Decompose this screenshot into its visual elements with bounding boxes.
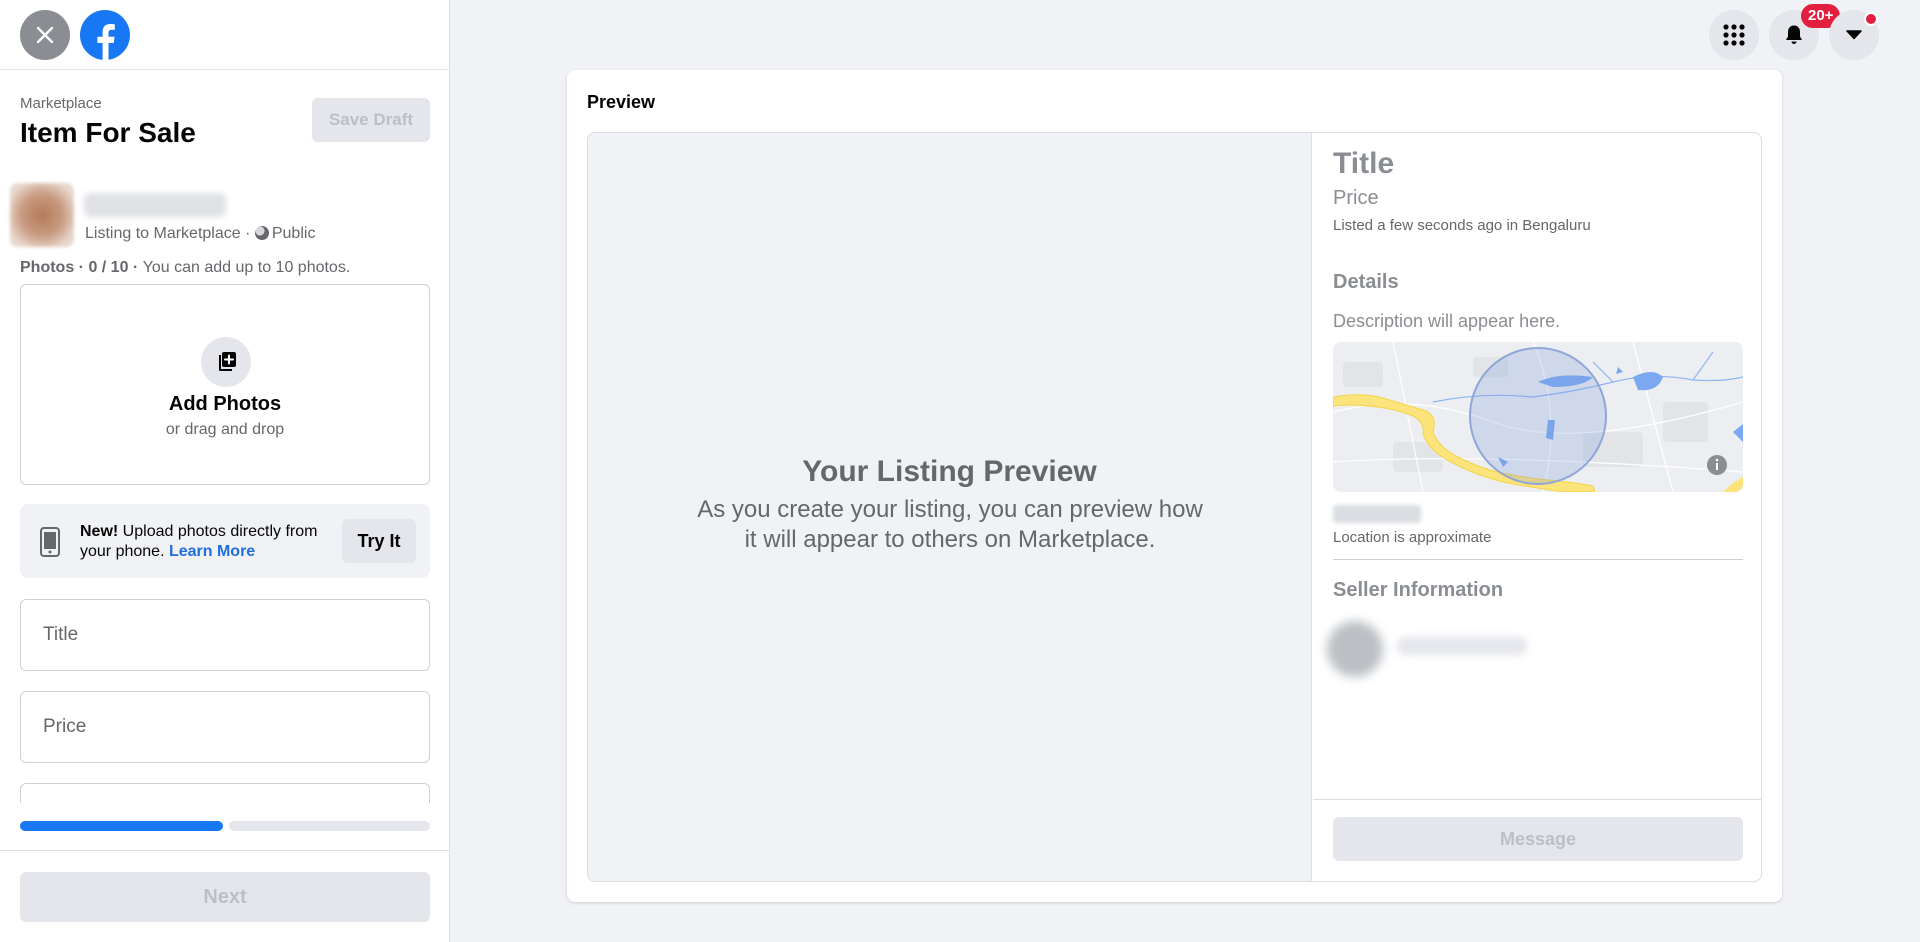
promo-text: New! Upload photos directly from your ph… [80, 522, 340, 562]
drag-drop-label: or drag and drop [165, 421, 285, 438]
try-it-button[interactable]: Try It [342, 519, 416, 563]
location-note: Location is approximate [1333, 529, 1492, 546]
facebook-logo[interactable] [80, 10, 130, 60]
next-button[interactable]: Next [20, 872, 430, 922]
save-draft-button[interactable]: Save Draft [312, 98, 430, 142]
globe-icon [254, 226, 269, 240]
progress-step-complete [20, 821, 223, 831]
learn-more-link[interactable]: Learn More [169, 543, 255, 560]
phone-icon [40, 527, 60, 557]
progress-step-pending [229, 821, 430, 831]
close-icon [36, 26, 54, 44]
breadcrumb[interactable]: Marketplace [20, 95, 102, 112]
seller-info-heading: Seller Information [1333, 579, 1504, 601]
price-field[interactable] [20, 691, 430, 763]
preview-title: Title [1333, 147, 1395, 180]
divider [1333, 559, 1743, 560]
message-button[interactable]: Message [1333, 817, 1743, 861]
phone-upload-promo: New! Upload photos directly from your ph… [20, 504, 430, 578]
listing-to-label: Listing to Marketplace · [85, 225, 255, 242]
seller-name-blurred [1397, 637, 1527, 655]
preview-description: Description will appear here. [1333, 311, 1561, 331]
add-photos-dropzone[interactable]: Add Photos or drag and drop [20, 284, 430, 485]
location-name-blurred [1333, 505, 1421, 523]
bell-icon [1786, 25, 1802, 44]
account-alert-dot [1864, 12, 1878, 26]
caret-down-icon [1846, 30, 1862, 40]
photos-count: · 0 / 10 · [74, 259, 143, 276]
add-photo-icon [201, 337, 251, 387]
avatar [10, 183, 74, 247]
close-button[interactable] [20, 10, 70, 60]
seller-row: Listing to Marketplace · Public [10, 183, 430, 249]
seller-name-blurred [84, 193, 226, 217]
audience-label: Public [271, 225, 316, 242]
listing-editor-panel: Marketplace Item For Sale Save Draft Lis… [0, 0, 450, 942]
listing-audience[interactable]: Listing to Marketplace · Public [85, 225, 315, 243]
details-heading: Details [1333, 271, 1399, 293]
photos-hint: You can add up to 10 photos. [142, 259, 351, 276]
seller-avatar-blurred [1327, 621, 1383, 677]
progress-bar [20, 821, 430, 831]
editor-topbar [0, 0, 449, 70]
promo-new: New! [80, 523, 119, 540]
preview-heading: Preview [587, 92, 656, 112]
title-input[interactable] [21, 600, 429, 670]
map-info-icon[interactable] [1707, 455, 1727, 475]
preview-price: Price [1333, 187, 1379, 209]
preview-container: Your Listing Preview As you create your … [587, 132, 1762, 882]
preview-listed-info: Listed a few seconds ago in Bengaluru [1333, 217, 1591, 234]
price-input[interactable] [21, 692, 429, 762]
divider [0, 850, 450, 851]
divider [1313, 799, 1761, 800]
next-field-partial[interactable] [20, 783, 430, 803]
grid-menu-icon [1723, 24, 1745, 46]
preview-details: Title Price Listed a few seconds ago in … [1313, 133, 1761, 881]
location-map[interactable] [1333, 342, 1743, 492]
menu-button[interactable] [1709, 10, 1759, 60]
title-field[interactable] [20, 599, 430, 671]
page-title: Item For Sale [20, 117, 196, 148]
preview-card: Preview Your Listing Preview As you crea… [567, 70, 1782, 902]
add-photos-label: Add Photos [168, 393, 282, 415]
preview-placeholder-desc: As you create your listing, you can prev… [697, 496, 1203, 553]
preview-image-area: Your Listing Preview As you create your … [588, 133, 1312, 881]
photos-label: Photos [20, 259, 75, 276]
preview-placeholder-title: Your Listing Preview [802, 455, 1097, 488]
photos-info: Photos · 0 / 10 · You can add up to 10 p… [20, 259, 350, 277]
